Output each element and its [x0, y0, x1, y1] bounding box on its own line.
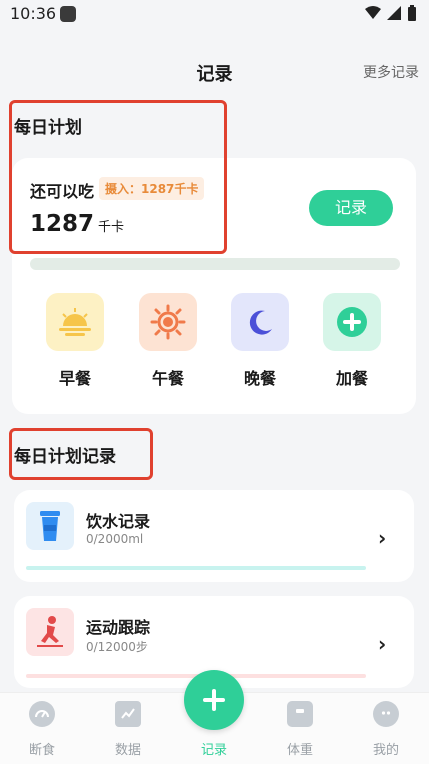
highlight-box-plan-records: [9, 428, 153, 480]
water-progress-bar: [26, 566, 366, 570]
more-records-link[interactable]: 更多记录: [363, 62, 419, 82]
record-button[interactable]: 记录: [309, 190, 393, 226]
plus-icon: [203, 689, 225, 711]
battery-icon: [408, 5, 416, 21]
nav-label-fasting: 断食: [28, 743, 55, 758]
android-app-icon: [60, 6, 76, 22]
nav-weight[interactable]: 体重: [270, 701, 330, 758]
nav-data[interactable]: 数据: [98, 701, 158, 758]
wifi-icon: [365, 6, 381, 19]
calorie-progress-bar: [30, 258, 400, 270]
exercise-tracking-title: 运动跟踪: [86, 618, 151, 637]
gauge-icon: [29, 701, 55, 727]
water-record-progress-text: 0/2000ml: [86, 532, 144, 546]
water-cup-icon: [26, 502, 74, 550]
moon-icon: [231, 293, 289, 351]
chevron-right-icon: ›: [378, 632, 387, 656]
runner-icon: [26, 608, 74, 656]
meal-lunch[interactable]: 午餐: [139, 293, 197, 389]
scale-icon: [287, 701, 313, 727]
signal-icon: [387, 6, 401, 20]
status-time: 10:36: [10, 4, 57, 23]
nav-fasting[interactable]: 断食: [12, 701, 72, 758]
meal-label-dinner: 晚餐: [243, 369, 276, 388]
water-record-title: 饮水记录: [86, 512, 151, 531]
meal-breakfast[interactable]: 早餐: [46, 293, 104, 389]
nav-label-weight: 体重: [286, 743, 313, 758]
nav-label-profile: 我的: [372, 743, 399, 758]
meal-snack[interactable]: 加餐: [323, 293, 381, 389]
sun-icon: [139, 293, 197, 351]
highlight-box-daily-plan: [9, 100, 227, 254]
status-icons: [365, 5, 417, 21]
nav-profile[interactable]: 我的: [356, 701, 416, 758]
chart-icon: [115, 701, 141, 727]
add-record-button[interactable]: [184, 670, 244, 730]
nav-label-data: 数据: [114, 743, 141, 758]
sunrise-icon: [46, 293, 104, 351]
chevron-right-icon: ›: [378, 526, 387, 550]
meal-label-snack: 加餐: [335, 369, 368, 388]
water-record-card[interactable]: 饮水记录 0/2000ml ›: [14, 490, 414, 582]
meal-dinner[interactable]: 晚餐: [231, 293, 289, 389]
plus-circle-icon: [323, 293, 381, 351]
meal-label-breakfast: 早餐: [58, 369, 91, 388]
nav-label-record: 记录: [200, 743, 227, 758]
profile-icon: [373, 701, 399, 727]
exercise-progress-text: 0/12000步: [86, 640, 148, 654]
meal-label-lunch: 午餐: [151, 369, 184, 388]
